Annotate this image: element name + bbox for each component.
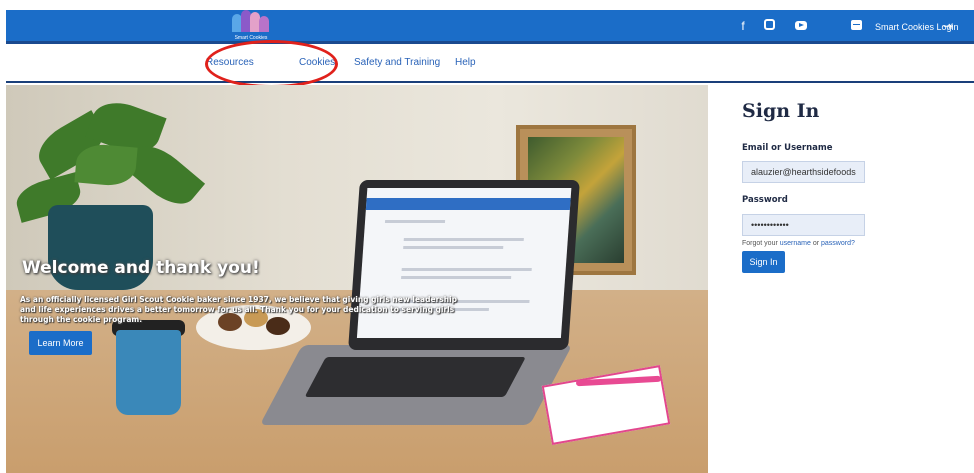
learn-more-button[interactable]: Learn More xyxy=(29,331,92,355)
sign-in-title: Sign In xyxy=(742,100,820,122)
forgot-credentials-text: Forgot your username or password? xyxy=(742,240,855,247)
top-header-bar: Smart Cookies f Smart Cookies Login ⇥ xyxy=(6,10,974,44)
password-label: Password xyxy=(742,195,788,205)
login-arrow-icon[interactable]: ⇥ xyxy=(943,19,957,33)
sign-in-panel: Sign In Email or Username alauzier@heart… xyxy=(708,85,974,473)
email-label: Email or Username xyxy=(742,143,833,153)
youtube-icon[interactable] xyxy=(794,19,808,33)
sign-in-button[interactable]: Sign In xyxy=(742,251,785,273)
main-nav: Resources Cookies Safety and Training He… xyxy=(6,47,974,83)
instagram-icon[interactable] xyxy=(762,19,776,33)
hero-banner: Welcome and thank you! As an officially … xyxy=(6,85,708,473)
logo[interactable]: Smart Cookies xyxy=(228,10,274,42)
laptop-base-image xyxy=(259,345,573,425)
tumbler-cup-image xyxy=(116,330,181,415)
forgot-password-link[interactable]: password? xyxy=(821,240,855,247)
nav-help[interactable]: Help xyxy=(455,57,476,68)
highlight-annotation-ellipse xyxy=(205,40,338,88)
hero-title: Welcome and thank you! xyxy=(22,258,260,278)
nav-safety-and-training[interactable]: Safety and Training xyxy=(354,57,440,68)
forgot-username-link[interactable]: username xyxy=(780,240,811,247)
password-field[interactable]: •••••••••••• xyxy=(742,214,865,236)
facebook-icon[interactable]: f xyxy=(736,19,750,33)
email-field[interactable]: alauzier@hearthsidefoods xyxy=(742,161,865,183)
chat-icon[interactable] xyxy=(849,19,863,33)
hero-body-text: As an officially licensed Girl Scout Coo… xyxy=(20,295,458,324)
